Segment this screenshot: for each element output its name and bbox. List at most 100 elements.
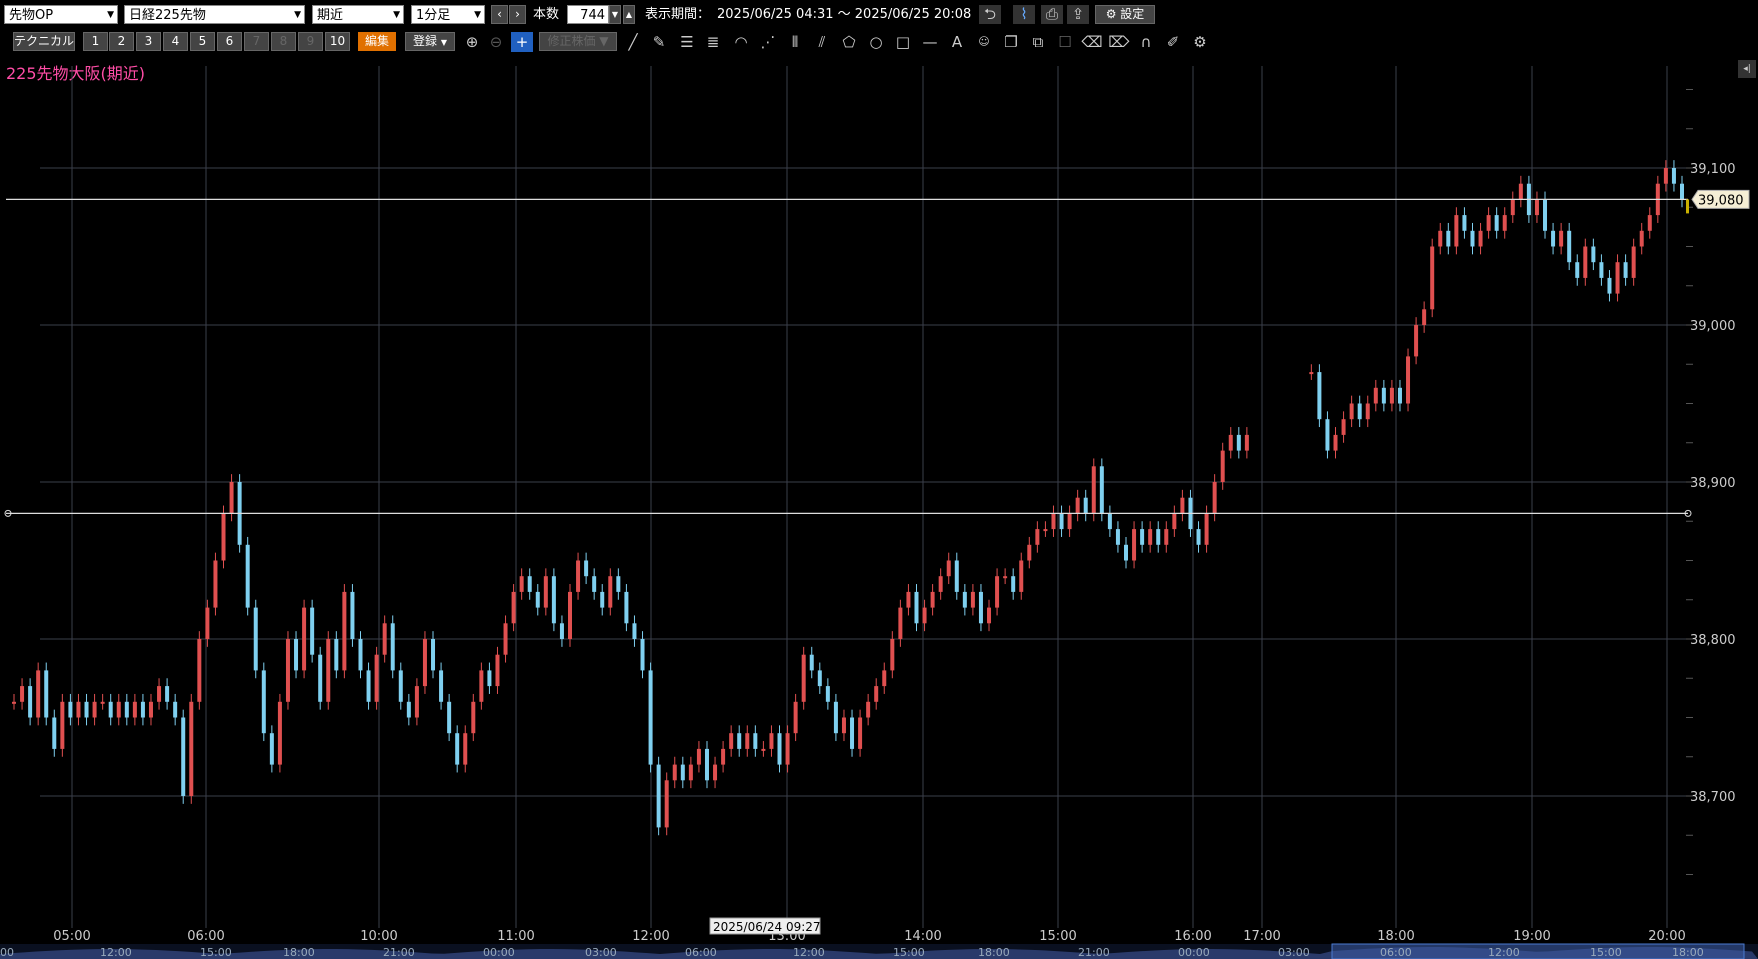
candle <box>1341 419 1346 435</box>
crosshair-toggle-icon[interactable]: ⌇ <box>1013 5 1035 24</box>
product-select[interactable]: 日経225先物 ▼ <box>124 5 305 24</box>
slot-10-button[interactable]: 10 <box>325 32 350 51</box>
export-icon[interactable]: ⇪ <box>1067 5 1089 24</box>
slot-2-button[interactable]: 2 <box>109 32 134 51</box>
horizontal-lines-icon[interactable]: ☰ <box>676 32 698 52</box>
candle <box>1349 403 1354 420</box>
candle <box>1454 215 1459 247</box>
gear-icon[interactable]: ⚙ <box>1189 32 1211 52</box>
candle <box>1567 230 1572 263</box>
bars-up-icon[interactable]: ▲ <box>623 5 635 24</box>
pencil-settings-icon[interactable]: ✐ <box>1162 32 1184 52</box>
candle <box>696 748 701 765</box>
navigator[interactable]: 00 12:00 15:00 18:00 21:00 00:00 03:00 06:00 12:… <box>0 943 1758 959</box>
stamp-icon[interactable]: ☺ <box>973 32 995 52</box>
navigator-label: 03:00 <box>1278 946 1310 959</box>
market-select[interactable]: 先物OP ▼ <box>4 5 118 24</box>
chevron-down-icon: ▼ <box>393 10 400 20</box>
candle <box>632 623 637 639</box>
zoom-out-icon[interactable]: ⊖ <box>485 32 507 52</box>
slot-9-button[interactable]: 9 <box>298 32 323 51</box>
fibonacci-icon[interactable]: ≣ <box>702 32 724 52</box>
bars-down-icon[interactable]: ▼ <box>609 5 621 24</box>
circle-icon[interactable]: ○ <box>865 32 887 52</box>
price-chart[interactable]: 39,100 39,000 38,900 38,800 38,700 39,080 05:… <box>0 56 1758 959</box>
eraser-all-icon[interactable]: ⌦ <box>1108 32 1130 52</box>
candle <box>310 607 315 655</box>
register-button[interactable]: 登録 ▼ <box>405 32 455 51</box>
month-select-value: 期近 <box>317 8 344 23</box>
candle <box>1228 434 1233 451</box>
candle <box>116 701 121 718</box>
x-tick-label: 14:00 <box>904 929 941 944</box>
fan-icon[interactable]: ⋰ <box>757 32 779 52</box>
candle <box>503 623 508 655</box>
interval-select[interactable]: 1分足 ▼ <box>411 5 485 24</box>
candle <box>1583 246 1588 278</box>
paste-icon[interactable]: ⧉ <box>1027 32 1049 52</box>
slot-1-button[interactable]: 1 <box>83 32 108 51</box>
navigator-label: 18:00 <box>978 946 1010 959</box>
candle <box>1607 277 1612 294</box>
ruler-icon[interactable]: ✎ <box>648 32 670 52</box>
candle <box>302 607 307 671</box>
channel-icon[interactable]: ⫽ <box>811 32 833 52</box>
candle <box>245 544 250 608</box>
month-select[interactable]: 期近 ▼ <box>312 5 404 24</box>
prev-button[interactable]: ‹ <box>491 5 508 24</box>
candle <box>52 717 57 749</box>
candle <box>1148 529 1153 545</box>
copy-icon[interactable]: ❐ <box>1000 32 1022 52</box>
undo-icon[interactable]: ⮌ <box>979 5 1001 24</box>
slot-4-button[interactable]: 4 <box>163 32 188 51</box>
x-tick-label: 18:00 <box>1377 929 1414 944</box>
candle <box>624 591 629 624</box>
gear-icon: ⚙ <box>1105 7 1117 21</box>
slot-6-button[interactable]: 6 <box>217 32 242 51</box>
candle <box>229 482 234 514</box>
pentagon-icon[interactable]: ⬠ <box>838 32 860 52</box>
vertical-lines-icon[interactable]: ⦀ <box>784 32 806 52</box>
candle <box>76 701 81 718</box>
candle <box>1389 387 1394 404</box>
select-icon[interactable]: ☐ <box>1054 32 1076 52</box>
trendline-icon[interactable]: ╱ <box>622 32 644 52</box>
candle <box>173 701 178 718</box>
magnet-icon[interactable]: ∩ <box>1135 32 1157 52</box>
technical-button[interactable]: テクニカル <box>13 32 75 51</box>
print-icon[interactable]: ⎙ <box>1041 5 1063 24</box>
candle <box>527 576 532 592</box>
candle <box>825 686 830 702</box>
settings-button[interactable]: ⚙ 設定 <box>1095 5 1155 24</box>
candle <box>938 576 943 592</box>
candle <box>132 701 137 718</box>
bars-input[interactable]: 744 <box>567 5 609 24</box>
edit-button[interactable]: 編集 <box>358 32 396 51</box>
candle <box>745 733 750 749</box>
slot-8-button[interactable]: 8 <box>271 32 296 51</box>
price-marker <box>1686 199 1689 214</box>
x-tick-label: 06:00 <box>187 929 224 944</box>
slot-3-button[interactable]: 3 <box>136 32 161 51</box>
zoom-in-icon[interactable]: ⊕ <box>461 32 483 52</box>
candle <box>1196 529 1201 545</box>
candle <box>84 701 89 718</box>
next-button[interactable]: › <box>509 5 526 24</box>
crosshair-icon[interactable]: + <box>511 32 533 52</box>
text-icon[interactable]: A <box>946 32 968 52</box>
slot-5-button[interactable]: 5 <box>190 32 215 51</box>
candle <box>1510 199 1515 216</box>
horizontal-lines[interactable] <box>4 198 1692 517</box>
candle <box>1639 230 1644 247</box>
eraser-icon[interactable]: ⌫ <box>1081 32 1103 52</box>
rectangle-icon[interactable]: □ <box>892 32 914 52</box>
adjusted-price-select[interactable]: 修正株価 ▼ <box>539 32 617 51</box>
candle <box>833 701 838 734</box>
y-tick-label: 39,100 <box>1690 162 1736 177</box>
candle <box>761 748 766 751</box>
candle <box>261 670 266 734</box>
slot-7-button[interactable]: 7 <box>244 32 269 51</box>
arc-icon[interactable]: ◠ <box>730 32 752 52</box>
x-tick-label: 19:00 <box>1513 929 1550 944</box>
line-icon[interactable]: — <box>919 32 941 52</box>
